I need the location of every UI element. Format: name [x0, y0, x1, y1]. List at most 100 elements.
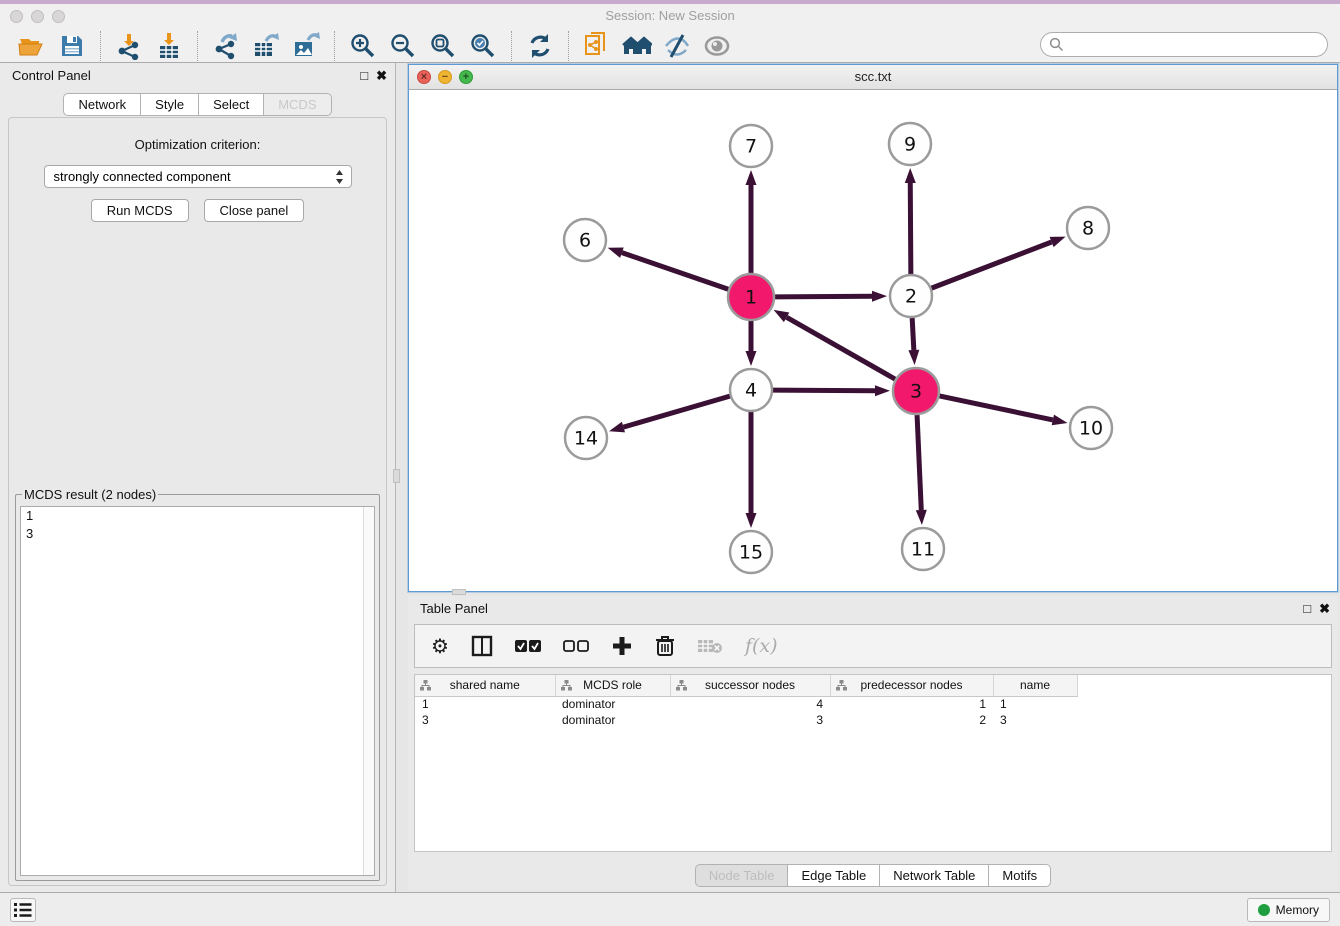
- network-from-file-button[interactable]: [582, 31, 612, 61]
- float-table-panel-icon[interactable]: □: [1303, 601, 1311, 617]
- zoom-selected-button[interactable]: [468, 31, 498, 61]
- add-column-button[interactable]: [611, 634, 633, 658]
- export-image-icon: [292, 32, 320, 60]
- save-floppy-icon: [59, 33, 85, 59]
- column-header-name[interactable]: name: [993, 675, 1077, 696]
- search-icon: [1049, 37, 1064, 52]
- graph-edge-arrowhead: [609, 422, 625, 433]
- network-close-button[interactable]: ×: [417, 70, 431, 84]
- import-table-button[interactable]: [154, 31, 184, 61]
- delete-column-button[interactable]: [655, 634, 675, 658]
- graph-edge-2-3[interactable]: [912, 318, 914, 350]
- export-table-icon: [252, 32, 280, 60]
- task-history-button[interactable]: [10, 898, 36, 922]
- close-panel-button[interactable]: Close panel: [204, 199, 305, 222]
- network-canvas[interactable]: 7968124314101511: [409, 90, 1337, 591]
- graph-edge-arrowhead: [746, 170, 757, 185]
- delete-table-icon: [697, 637, 723, 655]
- table-row[interactable]: 1dominator411: [415, 696, 1077, 712]
- graph-edge-4-3[interactable]: [773, 390, 875, 391]
- zoom-out-button[interactable]: [388, 31, 418, 61]
- table-cell[interactable]: 3: [670, 712, 830, 728]
- table-cell[interactable]: 1: [993, 696, 1077, 712]
- tab-edge-table[interactable]: Edge Table: [788, 864, 880, 887]
- graph-edge-2-8[interactable]: [932, 242, 1052, 288]
- graph-edge-1-2[interactable]: [775, 296, 872, 297]
- table-cell[interactable]: 3: [415, 712, 555, 728]
- column-header-predecessor-nodes[interactable]: predecessor nodes: [830, 675, 993, 696]
- zoom-fit-button[interactable]: [428, 31, 458, 61]
- network-canvas-svg: 7968124314101511: [409, 90, 1337, 591]
- tab-network[interactable]: Network: [63, 93, 141, 116]
- memory-button-label: Memory: [1276, 903, 1319, 917]
- table-cell[interactable]: 2: [830, 712, 993, 728]
- zoom-in-button[interactable]: [348, 31, 378, 61]
- table-panel-title: Table Panel: [420, 601, 488, 616]
- network-window-titlebar[interactable]: × − + scc.txt: [409, 65, 1337, 90]
- show-all-button[interactable]: [702, 31, 732, 61]
- refresh-view-button[interactable]: [525, 31, 555, 61]
- graph-edge-2-9[interactable]: [910, 183, 911, 274]
- criterion-dropdown[interactable]: strongly connected component: [44, 165, 352, 188]
- checked-boxes-icon: [515, 639, 541, 653]
- tab-node-table[interactable]: Node Table: [695, 864, 789, 887]
- mcds-result-textarea[interactable]: 1 3: [20, 506, 375, 876]
- column-header-shared-name[interactable]: shared name: [415, 675, 555, 696]
- import-network-button[interactable]: [114, 31, 144, 61]
- run-mcds-button[interactable]: Run MCDS: [91, 199, 189, 222]
- vertical-splitter-handle[interactable]: [393, 469, 400, 483]
- graph-edge-arrowhead: [916, 510, 927, 525]
- graph-node-label: 1: [745, 287, 757, 309]
- tab-mcds[interactable]: MCDS: [264, 93, 331, 116]
- search-input[interactable]: [1068, 37, 1327, 52]
- table-settings-button[interactable]: ⚙: [431, 634, 449, 658]
- first-neighbors-button[interactable]: [622, 31, 652, 61]
- column-header-successor-nodes[interactable]: successor nodes: [670, 675, 830, 696]
- save-session-button[interactable]: [57, 31, 87, 61]
- open-session-button[interactable]: [17, 31, 47, 61]
- mcds-result-group: MCDS result (2 nodes) 1 3: [15, 487, 380, 881]
- export-network-button[interactable]: [211, 31, 241, 61]
- table-cell[interactable]: dominator: [555, 696, 670, 712]
- graph-node-label: 2: [905, 286, 917, 308]
- network-minimize-button[interactable]: −: [438, 70, 452, 84]
- float-panel-icon[interactable]: □: [360, 68, 368, 84]
- table-cell[interactable]: 1: [830, 696, 993, 712]
- open-folder-icon: [18, 32, 46, 60]
- search-box[interactable]: [1040, 32, 1328, 57]
- window-title: Session: New Session: [0, 8, 1340, 23]
- graph-node-label: 11: [911, 539, 935, 561]
- graph-node-label: 6: [579, 230, 591, 252]
- hide-selected-button[interactable]: [662, 31, 692, 61]
- graph-edge-arrowhead: [608, 248, 624, 258]
- graph-edge-4-14[interactable]: [623, 396, 729, 427]
- graph-edge-3-1[interactable]: [787, 317, 896, 379]
- table-cell[interactable]: 4: [670, 696, 830, 712]
- table-row[interactable]: 3dominator323: [415, 712, 1077, 728]
- close-panel-icon[interactable]: ✖: [376, 68, 387, 84]
- horizontal-splitter-handle[interactable]: [452, 589, 466, 595]
- tab-network-table[interactable]: Network Table: [880, 864, 989, 887]
- graph-edge-1-6[interactable]: [622, 253, 728, 290]
- close-table-panel-icon[interactable]: ✖: [1319, 601, 1330, 617]
- column-header-MCDS-role[interactable]: MCDS role: [555, 675, 670, 696]
- status-bar: Memory: [0, 892, 1340, 926]
- table-cell[interactable]: dominator: [555, 712, 670, 728]
- select-all-checks-button[interactable]: [515, 634, 541, 658]
- tab-motifs[interactable]: Motifs: [989, 864, 1051, 887]
- graph-edge-3-11[interactable]: [917, 415, 921, 510]
- result-scrollbar[interactable]: [363, 507, 374, 875]
- network-zoom-button[interactable]: +: [459, 70, 473, 84]
- graph-edge-3-10[interactable]: [939, 396, 1052, 420]
- tab-select[interactable]: Select: [199, 93, 264, 116]
- deselect-all-checks-button[interactable]: [563, 634, 589, 658]
- split-columns-button[interactable]: [471, 634, 493, 658]
- function-builder-button[interactable]: f(x): [745, 634, 778, 658]
- table-cell[interactable]: 1: [415, 696, 555, 712]
- memory-button[interactable]: Memory: [1247, 898, 1330, 922]
- export-table-button[interactable]: [251, 31, 281, 61]
- table-cell[interactable]: 3: [993, 712, 1077, 728]
- export-image-button[interactable]: [291, 31, 321, 61]
- delete-table-button[interactable]: [697, 634, 723, 658]
- tab-style[interactable]: Style: [141, 93, 199, 116]
